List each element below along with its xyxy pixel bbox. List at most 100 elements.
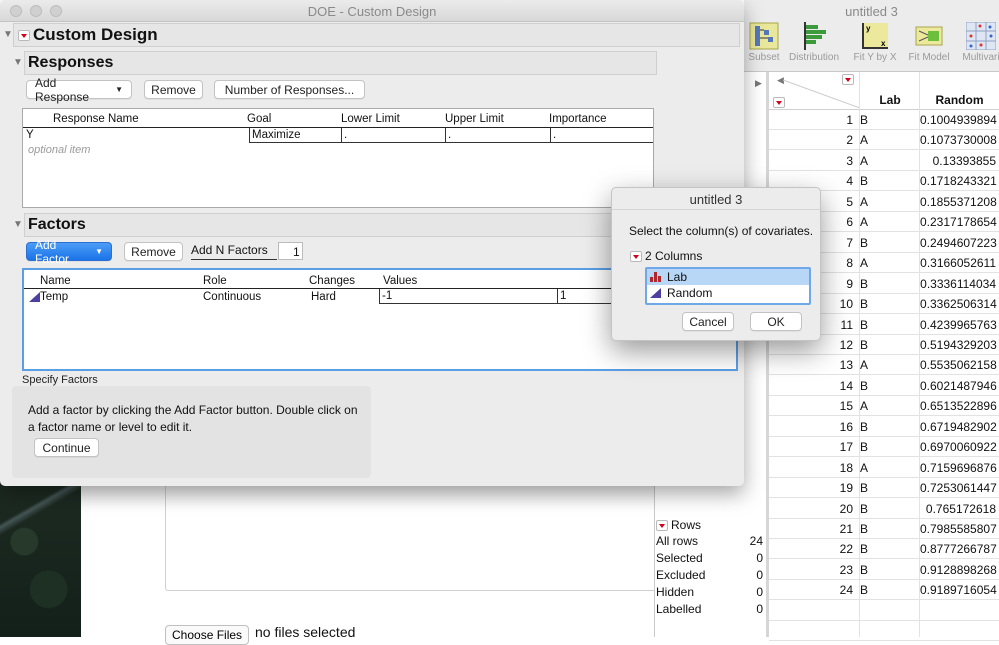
lab-cell[interactable]: B <box>860 174 920 188</box>
row-number[interactable]: 23 <box>769 563 857 577</box>
row-number[interactable]: 3 <box>769 154 857 168</box>
row-number[interactable]: 18 <box>769 461 857 475</box>
response-name-cell[interactable]: Y <box>26 129 34 141</box>
lab-cell[interactable]: A <box>860 133 920 147</box>
factor-low-value[interactable]: -1 <box>379 289 557 304</box>
toolbar-fit-y-by-x[interactable]: yx Fit Y by X <box>848 22 902 63</box>
lab-cell[interactable]: B <box>860 583 920 597</box>
row-number[interactable]: 19 <box>769 481 857 495</box>
lab-cell[interactable]: B <box>860 481 920 495</box>
toolbar-subset[interactable]: Subset <box>746 22 782 63</box>
random-cell[interactable]: 0.9128898268 <box>920 563 997 577</box>
list-item-lab[interactable]: Lab <box>647 269 809 285</box>
random-cell[interactable]: 0.6719482902 <box>920 420 997 434</box>
lab-cell[interactable]: B <box>860 420 920 434</box>
lab-cell[interactable]: A <box>860 256 920 270</box>
random-cell[interactable]: 0.7985585807 <box>920 522 997 536</box>
table-row[interactable]: 20 B 0.765172618 <box>769 499 999 519</box>
table-row[interactable]: 22 B 0.8777266787 <box>769 539 999 560</box>
table-row[interactable]: 14 B 0.6021487946 <box>769 376 999 396</box>
importance-cell[interactable]: . <box>550 128 653 143</box>
row-number[interactable]: 17 <box>769 440 857 454</box>
random-cell[interactable]: 0.9189716054 <box>920 583 997 597</box>
lab-cell[interactable]: B <box>860 113 920 127</box>
factor-changes-cell[interactable]: Hard <box>311 291 336 303</box>
choose-files-button[interactable]: Choose Files <box>165 625 250 645</box>
row-number[interactable]: 20 <box>769 502 857 516</box>
table-row[interactable]: 18 A 0.7159696876 <box>769 458 999 478</box>
number-of-responses-button[interactable]: Number of Responses... <box>214 80 365 99</box>
row-number[interactable]: 14 <box>769 379 857 393</box>
columns-group-menu-icon[interactable] <box>630 250 642 262</box>
lab-cell[interactable]: A <box>860 154 920 168</box>
lower-limit-cell[interactable]: . <box>341 128 445 143</box>
toolbar-distribution[interactable]: Distribution <box>784 22 844 63</box>
random-cell[interactable]: 0.8777266787 <box>920 542 997 556</box>
random-cell[interactable]: 0.3166052611 <box>920 256 996 270</box>
row-number[interactable]: 15 <box>769 399 857 413</box>
column-header-lab[interactable]: Lab <box>860 93 920 107</box>
random-cell[interactable]: 0.2317178654 <box>920 215 997 229</box>
lab-cell[interactable]: B <box>860 563 920 577</box>
random-cell[interactable]: 0.1073730008 <box>920 133 997 147</box>
ok-button[interactable]: OK <box>750 312 802 331</box>
random-cell[interactable]: 0.3336114034 <box>920 277 996 291</box>
lab-cell[interactable]: B <box>860 236 920 250</box>
table-row[interactable]: 23 B 0.9128898268 <box>769 560 999 580</box>
remove-factor-button[interactable]: Remove <box>124 242 183 261</box>
table-row[interactable]: 21 B 0.7985585807 <box>769 519 999 539</box>
lab-cell[interactable]: B <box>860 440 920 454</box>
add-response-button[interactable]: Add Response ▼ <box>26 76 132 104</box>
table-row[interactable]: 1 B 0.1004939894 <box>769 110 999 130</box>
random-cell[interactable]: 0.6513522896 <box>920 399 997 413</box>
random-cell[interactable]: 0.2494607223 <box>920 236 997 250</box>
add-n-factors-input[interactable]: 1 <box>278 242 303 260</box>
lab-cell[interactable]: B <box>860 338 920 352</box>
random-cell[interactable]: 0.5535062158 <box>920 358 997 372</box>
goal-cell[interactable]: Maximize <box>249 128 341 143</box>
cancel-button[interactable]: Cancel <box>682 312 734 331</box>
lab-cell[interactable]: A <box>860 399 920 413</box>
custom-design-menu-icon[interactable] <box>18 29 30 41</box>
table-row[interactable]: 24 B 0.9189716054 <box>769 580 999 601</box>
lab-cell[interactable]: B <box>860 522 920 536</box>
row-number[interactable]: 24 <box>769 583 857 597</box>
lab-cell[interactable]: A <box>860 358 920 372</box>
random-cell[interactable]: 0.5194329203 <box>920 338 997 352</box>
random-cell[interactable]: 0.765172618 <box>920 502 996 516</box>
add-n-factors-label[interactable]: Add N Factors <box>191 243 277 260</box>
continue-button[interactable]: Continue <box>34 438 99 457</box>
lab-cell[interactable]: B <box>860 379 920 393</box>
expand-panel-icon[interactable]: ▶ <box>755 78 762 89</box>
random-cell[interactable]: 0.6021487946 <box>920 379 997 393</box>
factor-name-cell[interactable]: Temp <box>40 291 68 303</box>
row-number[interactable]: 1 <box>769 113 857 127</box>
rows-panel-menu-icon[interactable] <box>656 519 668 531</box>
row-number[interactable]: 22 <box>769 542 857 556</box>
random-cell[interactable]: 0.1855371208 <box>920 195 997 209</box>
random-cell[interactable]: 0.1718243321 <box>920 174 997 188</box>
random-cell[interactable]: 0.6970060922 <box>920 440 997 454</box>
lab-cell[interactable]: B <box>860 502 920 516</box>
random-cell[interactable]: 0.7159696876 <box>920 461 997 475</box>
browser-textarea[interactable] <box>165 478 656 591</box>
random-cell[interactable]: 0.3362506314 <box>920 297 997 311</box>
row-number[interactable]: 21 <box>769 522 857 536</box>
table-row[interactable]: 17 B 0.6970060922 <box>769 437 999 458</box>
row-number[interactable]: 16 <box>769 420 857 434</box>
lab-cell[interactable]: B <box>860 318 920 332</box>
row-number[interactable]: 2 <box>769 133 857 147</box>
lab-cell[interactable]: A <box>860 461 920 475</box>
random-cell[interactable]: 0.13393855 <box>920 154 996 168</box>
table-row[interactable]: 2 A 0.1073730008 <box>769 130 999 151</box>
table-row[interactable]: 13 A 0.5535062158 <box>769 355 999 376</box>
toolbar-fit-model[interactable]: Fit Model <box>904 22 954 63</box>
row-number[interactable]: 13 <box>769 358 857 372</box>
columns-listbox[interactable]: Lab Random <box>645 267 811 305</box>
random-cell[interactable]: 0.1004939894 <box>920 113 997 127</box>
lab-cell[interactable]: B <box>860 277 920 291</box>
table-row[interactable]: 3 A 0.13393855 <box>769 151 999 171</box>
random-cell[interactable]: 0.7253061447 <box>920 481 997 495</box>
add-factor-button[interactable]: Add Factor ▼ <box>26 238 112 266</box>
lab-cell[interactable]: A <box>860 195 920 209</box>
